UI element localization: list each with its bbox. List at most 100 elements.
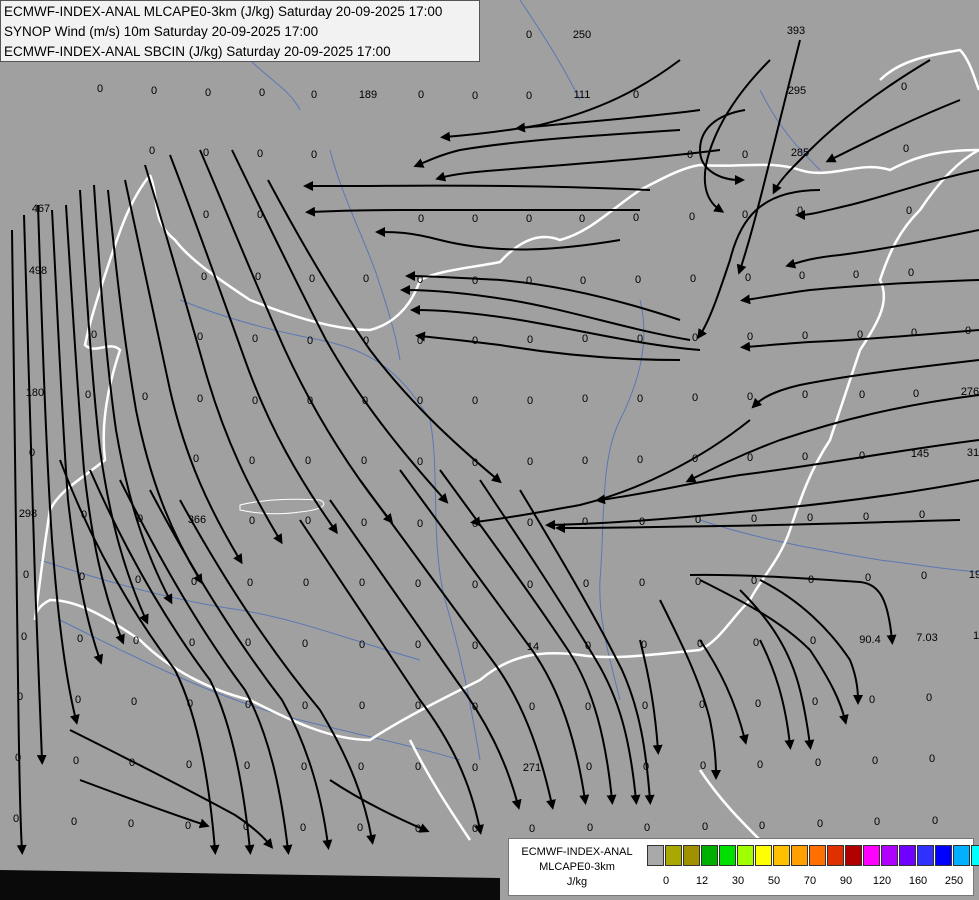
- value-label: 498: [29, 265, 47, 277]
- legend-field: MLCAPE0-3km: [539, 861, 615, 873]
- value-label: 0: [807, 512, 813, 524]
- value-label: 0: [585, 701, 591, 713]
- legend-swatch: [719, 845, 736, 866]
- streamline: [659, 599, 721, 780]
- value-label: 0: [472, 579, 478, 591]
- value-label: 0: [585, 640, 591, 652]
- value-label: 250: [573, 29, 591, 41]
- streamline: [703, 59, 771, 213]
- value-label: 0: [580, 275, 586, 287]
- value-label: 189: [359, 89, 377, 101]
- value-label: 0: [903, 143, 909, 155]
- value-label: 0: [472, 213, 478, 225]
- legend-tick: 90: [839, 875, 853, 887]
- value-label: 0: [692, 392, 698, 404]
- value-label: 0: [257, 209, 263, 221]
- river-danube: [179, 299, 481, 761]
- value-label: 0: [853, 269, 859, 281]
- value-label: 0: [583, 578, 589, 590]
- value-label: 0: [582, 333, 588, 345]
- value-label: 0: [753, 637, 759, 649]
- value-label: 0: [742, 209, 748, 221]
- value-label: 0: [363, 273, 369, 285]
- value-label: 0: [529, 823, 535, 835]
- value-label: 0: [526, 29, 532, 41]
- value-label: 0: [527, 579, 533, 591]
- value-label: 0: [15, 752, 21, 764]
- value-label: 467: [32, 203, 50, 215]
- value-label: 0: [747, 391, 753, 403]
- value-label: 0: [859, 450, 865, 462]
- value-label: 0: [361, 455, 367, 467]
- streamline: [79, 779, 210, 829]
- value-label: 0: [869, 694, 875, 706]
- streamline: [699, 579, 849, 725]
- value-label: 0: [808, 574, 814, 586]
- value-label: 0: [692, 332, 698, 344]
- value-label: 0: [133, 635, 139, 647]
- streamline: [759, 639, 795, 750]
- value-label: 0: [245, 637, 251, 649]
- value-label: 0: [29, 447, 35, 459]
- value-label: 0: [810, 635, 816, 647]
- streamline: [699, 639, 749, 745]
- streamline: [825, 99, 961, 163]
- title-box: ECMWF-INDEX-ANAL MLCAPE0-3km (J/kg) Satu…: [0, 0, 480, 62]
- streamline: [751, 359, 979, 409]
- streamline: [149, 489, 333, 850]
- value-label: 0: [201, 271, 207, 283]
- value-label: 0: [865, 572, 871, 584]
- legend-tick: 250: [944, 875, 964, 887]
- no-data-area: [0, 870, 500, 900]
- legend-swatch: [665, 845, 682, 866]
- value-label: 0: [307, 335, 313, 347]
- value-label: 0: [252, 395, 258, 407]
- value-label: 0: [189, 637, 195, 649]
- value-label: 0: [582, 455, 588, 467]
- value-label: 0: [472, 275, 478, 287]
- value-label: 0: [757, 759, 763, 771]
- value-label: 0: [249, 455, 255, 467]
- value-label: 0: [802, 389, 808, 401]
- streamline: [689, 573, 897, 645]
- value-label: 0: [751, 575, 757, 587]
- value-label: 7.03: [916, 632, 937, 644]
- value-label: 0: [908, 267, 914, 279]
- value-label: 145: [911, 448, 929, 460]
- value-label: 0: [197, 331, 203, 343]
- value-label: 31: [967, 447, 979, 459]
- value-label: 0: [817, 818, 823, 830]
- value-label: 0: [926, 692, 932, 704]
- value-label: 0: [415, 700, 421, 712]
- value-label: 0: [582, 393, 588, 405]
- legend-color-scale: [647, 845, 979, 867]
- value-label: 0: [633, 89, 639, 101]
- value-label: 0: [203, 209, 209, 221]
- value-label: 0: [637, 333, 643, 345]
- legend-tick: 70: [803, 875, 817, 887]
- streamline: [785, 229, 979, 269]
- value-label: 285: [791, 147, 809, 159]
- lake-balaton: [239, 498, 325, 515]
- legend-unit: J/kg: [566, 876, 588, 888]
- value-label: 0: [586, 761, 592, 773]
- value-label: 0: [799, 270, 805, 282]
- title-line-cin: ECMWF-INDEX-ANAL SBCIN (J/kg) Saturday 2…: [4, 44, 391, 59]
- value-label: 0: [142, 391, 148, 403]
- value-label: 0: [197, 393, 203, 405]
- value-label: 0: [415, 823, 421, 835]
- value-label: 366: [188, 514, 206, 526]
- value-label: 0: [579, 213, 585, 225]
- value-label: 0: [73, 755, 79, 767]
- legend-swatch: [809, 845, 826, 866]
- value-label: 1: [973, 630, 979, 642]
- value-label: 0: [311, 89, 317, 101]
- value-label: 0: [417, 395, 423, 407]
- value-label: 0: [472, 518, 478, 530]
- value-label: 0: [901, 81, 907, 93]
- value-label: 0: [259, 87, 265, 99]
- value-label: 0: [79, 571, 85, 583]
- value-label: 0: [417, 456, 423, 468]
- streamline: [23, 214, 47, 765]
- value-label: 0: [472, 640, 478, 652]
